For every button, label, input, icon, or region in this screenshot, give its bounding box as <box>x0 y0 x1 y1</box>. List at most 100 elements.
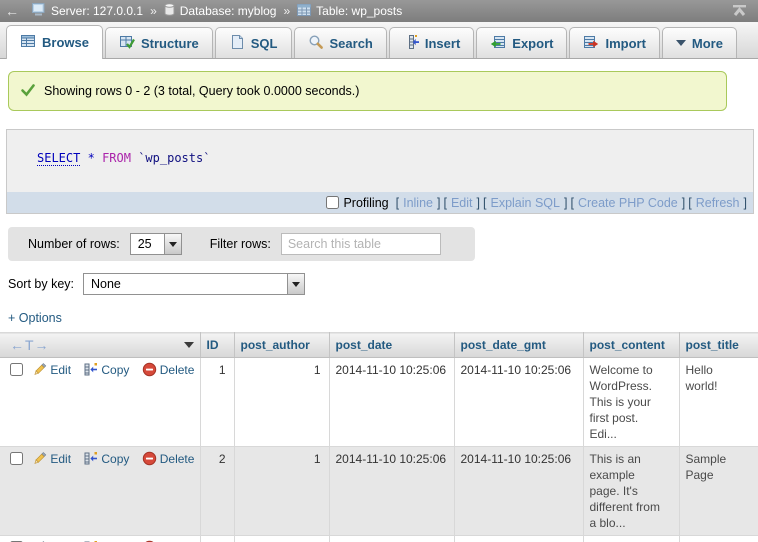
pencil-icon <box>32 452 50 466</box>
sort-by-key-value: None <box>84 277 121 291</box>
row-actions-cell: Edit Copy Delete <box>0 358 200 447</box>
cell-post-content: This is an example page. It's different … <box>583 447 679 536</box>
table-row: Edit Copy Delete 1 1 2014-11-10 10:25:06… <box>0 358 758 447</box>
table-row: Edit Copy Delete 3 1 2014-11-14 06:33:38… <box>0 536 758 542</box>
tab-label: Structure <box>141 36 199 51</box>
cell-id: 3 <box>200 536 234 542</box>
sql-keyword-select: SELECT <box>37 151 80 166</box>
sql-icon <box>229 34 245 53</box>
rows-controls-bar: Number of rows: 25 Filter rows: <box>8 227 475 261</box>
profiling-checkbox[interactable] <box>326 196 339 209</box>
profiling-label: Profiling <box>343 196 388 210</box>
cell-post-date-gmt: 2014-11-10 10:25:06 <box>454 447 583 536</box>
explain-sql-link[interactable]: Explain SQL <box>490 196 559 210</box>
column-header-post-date-gmt[interactable]: post_date_gmt <box>454 333 583 358</box>
chevron-down-icon <box>164 234 181 254</box>
copy-icon <box>83 452 101 466</box>
tab-label: Browse <box>42 35 89 50</box>
status-message: Showing rows 0 - 2 (3 total, Query took … <box>8 71 727 111</box>
tab-label: SQL <box>251 36 278 51</box>
column-header-post-content[interactable]: post_content <box>583 333 679 358</box>
bracket: ] <box>682 196 685 210</box>
tab-browse[interactable]: Browse <box>6 25 103 59</box>
tab-bar: Browse Structure SQL Search Insert Expor… <box>0 22 758 59</box>
insert-icon <box>403 34 419 53</box>
sql-table-ref: `wp_posts` <box>138 151 210 165</box>
table-row: Edit Copy Delete 2 1 2014-11-10 10:25:06… <box>0 447 758 536</box>
tab-export[interactable]: Export <box>476 27 567 58</box>
sql-query-text: SELECT * FROM `wp_posts` <box>7 130 753 192</box>
column-header-post-title[interactable]: post_title <box>679 333 758 358</box>
sql-toolbar: Profiling [Inline] [Edit] [Explain SQL] … <box>7 192 753 213</box>
sql-query-box: SELECT * FROM `wp_posts` Profiling [ Inli… <box>6 129 754 214</box>
cell-post-date-gmt: 2014-11-10 10:25:06 <box>454 358 583 447</box>
refresh-link[interactable]: Refresh <box>696 196 740 210</box>
tab-more[interactable]: More <box>662 27 737 58</box>
chevron-down-icon <box>676 40 686 51</box>
server-breadcrumb-bar: ← Server: 127.0.0.1 » Database: myblog »… <box>0 0 758 22</box>
column-nav-arrows-icon[interactable]: ←T→ <box>10 337 50 353</box>
sort-dropdown-icon[interactable] <box>184 342 194 353</box>
row-checkbox[interactable] <box>10 363 23 376</box>
row-checkbox[interactable] <box>10 452 23 465</box>
delete-action: Delete <box>142 452 195 466</box>
tab-sql[interactable]: SQL <box>215 27 292 58</box>
cell-post-date: 2014-11-10 10:25:06 <box>329 447 454 536</box>
delete-link[interactable]: Delete <box>160 452 195 466</box>
create-php-code-link[interactable]: Create PHP Code <box>578 196 678 210</box>
tab-import[interactable]: Import <box>569 27 659 58</box>
edit-action: Edit <box>32 452 71 466</box>
edit-link[interactable]: Edit <box>50 452 71 466</box>
cell-post-author: 1 <box>234 536 329 542</box>
delete-action: Delete <box>142 363 195 377</box>
edit-action: Edit <box>32 363 71 377</box>
delete-icon <box>142 363 160 377</box>
cell-post-date: 2014-11-10 10:25:06 <box>329 358 454 447</box>
tab-structure[interactable]: Structure <box>105 27 213 58</box>
sort-by-key-label: Sort by key: <box>8 277 74 291</box>
tab-search[interactable]: Search <box>294 27 387 58</box>
bracket: [ <box>396 196 399 210</box>
column-header-post-author[interactable]: post_author <box>234 333 329 358</box>
cell-post-content: Welcome to WordPress. This is your first… <box>583 358 679 447</box>
tab-label: Insert <box>425 36 460 51</box>
copy-icon <box>83 363 101 377</box>
pencil-icon <box>32 363 50 377</box>
collapse-icon[interactable] <box>732 5 747 17</box>
tab-label: More <box>692 36 723 51</box>
tab-insert[interactable]: Insert <box>389 27 474 58</box>
sql-star: * <box>88 151 95 165</box>
chevron-down-icon <box>287 274 304 294</box>
inline-link[interactable]: Inline <box>403 196 433 210</box>
delete-link[interactable]: Delete <box>160 363 195 377</box>
column-header-actions: ←T→ <box>0 333 200 358</box>
edit-query-link[interactable]: Edit <box>451 196 473 210</box>
breadcrumb-database[interactable]: Database: myblog <box>180 4 277 18</box>
sort-by-key-row: Sort by key: None <box>8 270 758 298</box>
delete-icon <box>142 452 160 466</box>
bracket: ] <box>477 196 480 210</box>
back-arrow-icon[interactable]: ← <box>0 3 24 19</box>
edit-link[interactable]: Edit <box>50 363 71 377</box>
row-actions-cell: Edit Copy Delete <box>0 447 200 536</box>
breadcrumb-separator: » <box>150 4 157 18</box>
bracket: ] <box>437 196 440 210</box>
number-of-rows-select[interactable]: 25 <box>130 233 182 255</box>
sort-by-key-select[interactable]: None <box>83 273 305 295</box>
row-actions-cell: Edit Copy Delete <box>0 536 200 542</box>
tab-label: Import <box>605 36 645 51</box>
breadcrumb-table[interactable]: Table: wp_posts <box>316 4 402 18</box>
options-toggle-link[interactable]: + Options <box>8 311 62 325</box>
copy-action: Copy <box>83 452 129 466</box>
breadcrumb-server[interactable]: Server: 127.0.0.1 <box>51 4 143 18</box>
cell-post-content <box>583 536 679 542</box>
filter-rows-input[interactable] <box>281 233 441 255</box>
copy-link[interactable]: Copy <box>101 363 129 377</box>
cell-id: 2 <box>200 447 234 536</box>
column-header-post-date[interactable]: post_date <box>329 333 454 358</box>
column-header-id[interactable]: ID <box>200 333 234 358</box>
filter-rows-label: Filter rows: <box>210 237 271 251</box>
bracket: [ <box>688 196 691 210</box>
number-of-rows-value: 25 <box>131 237 152 251</box>
copy-link[interactable]: Copy <box>101 452 129 466</box>
